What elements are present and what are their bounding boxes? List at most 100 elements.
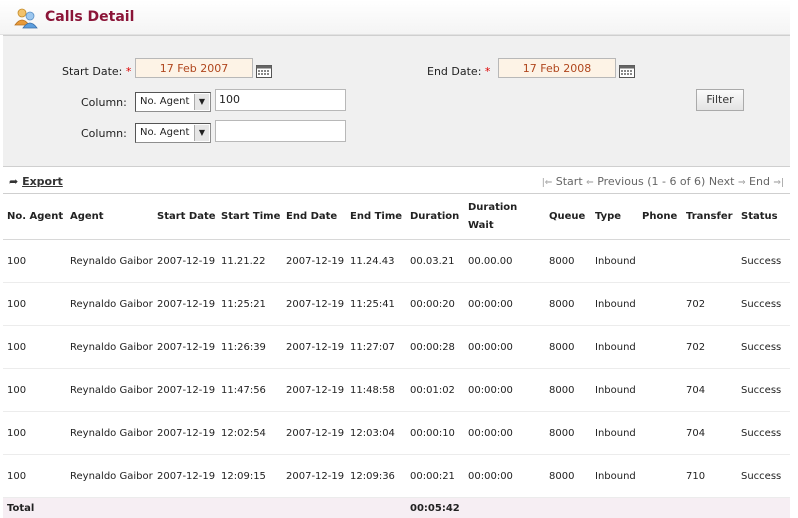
table-cell: 00:01:02 xyxy=(406,368,464,412)
pagination: |⇐ Start ⇐ Previous (1 - 6 of 6) Next ⇒ … xyxy=(542,175,784,188)
start-date-input[interactable]: 17 Feb 2007 xyxy=(135,58,253,78)
table-cell: 2007-12-19 xyxy=(153,282,217,326)
table-cell: 11.21.22 xyxy=(217,239,282,283)
column-select-value: No. Agent xyxy=(140,96,190,107)
table-cell: 00:00:28 xyxy=(406,325,464,369)
table-toolbar: ➦ Export |⇐ Start ⇐ Previous (1 - 6 of 6… xyxy=(3,171,790,194)
table-cell: 00:00:00 xyxy=(464,368,545,412)
last-page-icon: ⇒| xyxy=(773,178,784,188)
column-header: End Time xyxy=(346,195,406,240)
filter-button[interactable]: Filter xyxy=(696,89,744,111)
table-cell: 100 xyxy=(3,368,66,412)
start-date-label: Start Date: * xyxy=(62,65,132,78)
table-cell: 00:00:00 xyxy=(464,325,545,369)
table-cell: 11:27:07 xyxy=(346,325,406,369)
column-header: End Date xyxy=(282,195,346,240)
table-cell: 8000 xyxy=(545,325,591,369)
total-label: Total xyxy=(3,497,66,518)
table-cell: Success xyxy=(737,282,790,326)
table-row: 100 Reynaldo Gaibor 2007-12-19 11.21.22 2007… xyxy=(3,239,790,283)
table-row: 100 Reynaldo Gaibor 2007-12-19 11:26:39 2007… xyxy=(3,325,790,369)
table-cell: 8000 xyxy=(545,411,591,455)
table-cell xyxy=(591,497,638,518)
column-value-input[interactable]: 100 xyxy=(215,89,346,111)
column-value-input[interactable] xyxy=(215,120,346,142)
previous-link[interactable]: Previous xyxy=(597,175,644,188)
table-header-row: No. Agent Agent Start Date Start Time En… xyxy=(3,195,790,240)
table-cell xyxy=(737,497,790,518)
table-row: 100 Reynaldo Gaibor 2007-12-19 12:09:15 2007… xyxy=(3,454,790,498)
table-cell: Inbound xyxy=(591,454,638,498)
table-cell: 2007-12-19 xyxy=(153,411,217,455)
end-link[interactable]: End xyxy=(749,175,770,188)
table-cell: 00:00:10 xyxy=(406,411,464,455)
table-cell: 2007-12-19 xyxy=(282,325,346,369)
export-arrow-icon: ➦ xyxy=(9,175,19,188)
column-label: Column: xyxy=(81,96,127,109)
table-cell xyxy=(638,368,682,412)
calendar-icon[interactable] xyxy=(619,65,635,78)
table-cell xyxy=(682,497,737,518)
calendar-icon[interactable] xyxy=(256,65,272,78)
filter-panel: Start Date: * 17 Feb 2007 End Date: * 17… xyxy=(3,35,790,167)
table-cell: 8000 xyxy=(545,454,591,498)
table-cell: 100 xyxy=(3,325,66,369)
users-icon xyxy=(14,8,38,29)
page-range: (1 - 6 of 6) xyxy=(647,175,706,188)
column-header: Duration xyxy=(406,195,464,240)
table-cell xyxy=(282,497,346,518)
table-row: 100 Reynaldo Gaibor 2007-12-19 12:02:54 2007… xyxy=(3,411,790,455)
table-cell: Reynaldo Gaibor xyxy=(66,368,153,412)
column-header: Queue xyxy=(545,195,591,240)
next-link[interactable]: Next xyxy=(709,175,735,188)
end-date-input[interactable]: 17 Feb 2008 xyxy=(498,58,616,78)
column-header: No. Agent xyxy=(3,195,66,240)
table-cell: 100 xyxy=(3,411,66,455)
table-cell xyxy=(464,497,545,518)
table-cell: 12:03:04 xyxy=(346,411,406,455)
table-cell xyxy=(638,325,682,369)
table-cell: Inbound xyxy=(591,282,638,326)
column-select[interactable]: No. Agent ▼ xyxy=(135,92,211,112)
table-cell: 100 xyxy=(3,282,66,326)
column-select-value: No. Agent xyxy=(140,127,190,138)
table-cell: Inbound xyxy=(591,325,638,369)
table-cell xyxy=(217,497,282,518)
table-cell xyxy=(153,497,217,518)
start-link[interactable]: Start xyxy=(556,175,583,188)
column-header: Start Date xyxy=(153,195,217,240)
export-link[interactable]: ➦ Export xyxy=(9,175,63,188)
table-cell: Reynaldo Gaibor xyxy=(66,325,153,369)
table-cell: Reynaldo Gaibor xyxy=(66,239,153,283)
table-cell: 2007-12-19 xyxy=(282,239,346,283)
column-label: Column: xyxy=(81,127,127,140)
table-cell: 2007-12-19 xyxy=(282,368,346,412)
table-cell: 00:00:20 xyxy=(406,282,464,326)
table-cell: Inbound xyxy=(591,368,638,412)
table-cell: 2007-12-19 xyxy=(153,239,217,283)
table-cell xyxy=(638,454,682,498)
table-cell: 11.24.43 xyxy=(346,239,406,283)
table-cell: 2007-12-19 xyxy=(282,411,346,455)
calls-table: No. Agent Agent Start Date Start Time En… xyxy=(3,195,790,518)
column-header: Start Time xyxy=(217,195,282,240)
table-cell: 12:09:36 xyxy=(346,454,406,498)
table-cell: 2007-12-19 xyxy=(282,454,346,498)
table-cell xyxy=(682,239,737,283)
table-cell: Success xyxy=(737,239,790,283)
table-cell: 704 xyxy=(682,411,737,455)
chevron-down-icon: ▼ xyxy=(194,125,209,141)
column-select[interactable]: No. Agent ▼ xyxy=(135,123,211,143)
column-header: Status xyxy=(737,195,790,240)
table-cell: 00.00.00 xyxy=(464,239,545,283)
first-page-icon: |⇐ xyxy=(541,178,553,188)
total-duration: 00:05:42 xyxy=(406,497,464,518)
column-header: Type xyxy=(591,195,638,240)
table-cell: 8000 xyxy=(545,282,591,326)
table-cell: 11:26:39 xyxy=(217,325,282,369)
table-cell: Reynaldo Gaibor xyxy=(66,411,153,455)
table-cell: 00:00:00 xyxy=(464,411,545,455)
table-cell: Success xyxy=(737,368,790,412)
export-label: Export xyxy=(22,175,63,188)
table-cell: 100 xyxy=(3,454,66,498)
